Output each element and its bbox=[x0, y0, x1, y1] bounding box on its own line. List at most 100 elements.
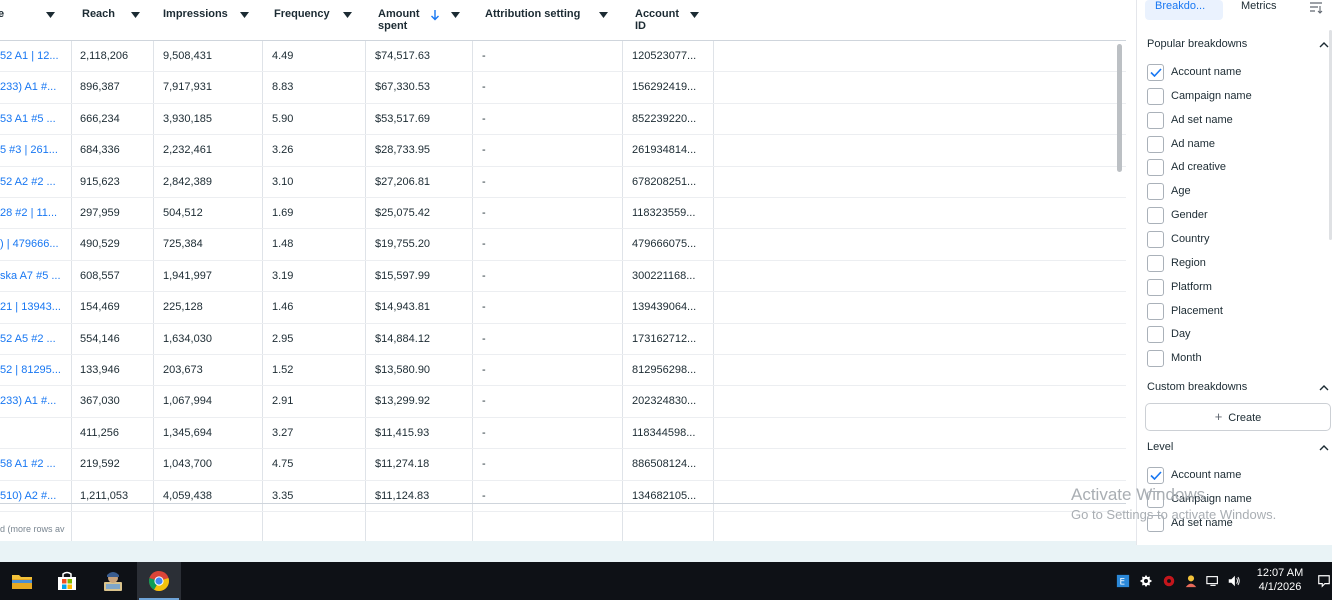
breakdown-option[interactable]: Placement bbox=[1147, 302, 1327, 320]
checkbox[interactable] bbox=[1147, 515, 1164, 533]
column-header-frequency[interactable]: Frequency bbox=[263, 0, 365, 40]
table-cell-attribution: - bbox=[482, 395, 486, 408]
checkbox[interactable] bbox=[1147, 207, 1164, 225]
column-settings-icon[interactable] bbox=[1309, 0, 1323, 14]
security-tray-icon[interactable] bbox=[1161, 573, 1177, 589]
table-row[interactable]: 233) A1 #... 367,030 1,067,994 2.91 $13,299.… bbox=[0, 386, 1126, 418]
table-row[interactable]: 53 A1 #5 ... 666,234 3,930,185 5.90 $53,517.… bbox=[0, 104, 1126, 136]
column-header-name[interactable]: e bbox=[0, 0, 71, 40]
volume-tray-icon[interactable] bbox=[1226, 573, 1242, 589]
column-header-reach[interactable]: Reach bbox=[72, 0, 153, 40]
checkbox[interactable] bbox=[1147, 183, 1164, 201]
table-row[interactable]: 52 A5 #2 ... 554,146 1,634,030 2.95 $14,884.… bbox=[0, 324, 1126, 355]
table-cell-name[interactable]: 52 A1 | 12... bbox=[0, 41, 71, 72]
tab-metrics[interactable]: Metrics bbox=[1241, 0, 1276, 22]
table-row[interactable]: 28 #2 | 11... 297,959 504,512 1.69 $25,075.4… bbox=[0, 198, 1126, 230]
checkbox[interactable] bbox=[1147, 111, 1164, 129]
language-tray-icon[interactable]: E bbox=[1115, 573, 1131, 589]
breakdown-option[interactable]: Ad set name bbox=[1147, 514, 1327, 533]
popular-breakdowns-header[interactable]: Popular breakdowns bbox=[1147, 38, 1329, 54]
notifications-tray-icon[interactable] bbox=[1316, 573, 1332, 589]
checkbox-checked[interactable] bbox=[1147, 467, 1164, 484]
sort-descending-arrow-icon[interactable] bbox=[430, 9, 440, 21]
user-app-taskbar-button[interactable] bbox=[91, 562, 135, 600]
vertical-scrollbar-thumb[interactable] bbox=[1117, 44, 1122, 172]
breakdown-option[interactable]: Account name bbox=[1147, 466, 1327, 484]
table-cell-name[interactable]: ) | 479666... bbox=[0, 229, 71, 260]
column-menu-dropdown-icon[interactable] bbox=[686, 6, 703, 23]
breakdown-option[interactable]: Ad name bbox=[1147, 135, 1327, 153]
column-menu-dropdown-icon[interactable] bbox=[447, 6, 464, 23]
create-breakdown-button[interactable]: + Create bbox=[1145, 403, 1331, 431]
column-header-impressions[interactable]: Impressions bbox=[154, 0, 262, 40]
people-tray-icon[interactable] bbox=[1183, 573, 1199, 589]
breakdown-option-label: Platform bbox=[1171, 280, 1212, 293]
checkbox[interactable] bbox=[1147, 326, 1164, 344]
breakdown-option[interactable]: Country bbox=[1147, 230, 1327, 248]
taskbar-clock[interactable]: 12:07 AM 4/1/2026 bbox=[1246, 566, 1314, 594]
breakdown-option[interactable]: Day bbox=[1147, 325, 1327, 344]
table-cell-name[interactable]: 53 A1 #5 ... bbox=[0, 104, 71, 135]
level-header[interactable]: Level bbox=[1147, 441, 1329, 457]
table-row[interactable]: ) | 479666... 490,529 725,384 1.48 $19,755.2… bbox=[0, 229, 1126, 261]
table-cell-name[interactable]: 21 | 13943... bbox=[0, 292, 71, 323]
breakdown-option[interactable]: Campaign name bbox=[1147, 490, 1327, 509]
breakdown-option[interactable]: Account name bbox=[1147, 63, 1327, 81]
table-cell-name[interactable]: 52 | 81295... bbox=[0, 355, 71, 386]
column-menu-dropdown-icon[interactable] bbox=[339, 6, 356, 23]
breakdown-option[interactable]: Platform bbox=[1147, 278, 1327, 296]
column-menu-dropdown-icon[interactable] bbox=[236, 6, 253, 23]
microsoft-store-taskbar-button[interactable] bbox=[45, 562, 89, 600]
file-explorer-taskbar-button[interactable] bbox=[0, 562, 44, 600]
custom-breakdowns-header[interactable]: Custom breakdowns bbox=[1147, 381, 1329, 397]
table-row[interactable]: 21 | 13943... 154,469 225,128 1.46 $14,943.8… bbox=[0, 292, 1126, 324]
table-cell-name[interactable]: 233) A1 #... bbox=[0, 72, 71, 103]
checkbox[interactable] bbox=[1147, 278, 1164, 296]
breakdown-option[interactable]: Age bbox=[1147, 182, 1327, 201]
checkbox[interactable] bbox=[1147, 254, 1164, 272]
table-row[interactable]: 5 #3 | 261... 684,336 2,232,461 3.26 $28,733… bbox=[0, 135, 1126, 167]
table-cell-name[interactable]: ska A7 #5 ... bbox=[0, 261, 71, 292]
table-cell-name[interactable]: 52 A2 #2 ... bbox=[0, 167, 71, 198]
settings-tray-icon[interactable] bbox=[1138, 573, 1154, 589]
checkbox[interactable] bbox=[1147, 302, 1164, 320]
chrome-taskbar-button[interactable] bbox=[137, 562, 181, 600]
table-cell-name[interactable]: 28 #2 | 11... bbox=[0, 198, 71, 229]
table-cell-name[interactable] bbox=[0, 418, 71, 449]
checkbox[interactable] bbox=[1147, 350, 1164, 368]
column-menu-dropdown-icon[interactable] bbox=[595, 6, 612, 23]
table-row[interactable]: 52 A1 | 12... 2,118,206 9,508,431 4.49 $74,5… bbox=[0, 41, 1126, 73]
table-row[interactable]: 58 A1 #2 ... 219,592 1,043,700 4.75 $11,274.… bbox=[0, 449, 1126, 481]
checkbox[interactable] bbox=[1147, 491, 1164, 509]
table-cell-name[interactable]: 233) A1 #... bbox=[0, 386, 71, 417]
chevron-up-icon[interactable] bbox=[1319, 383, 1329, 391]
table-row[interactable]: ska A7 #5 ... 608,557 1,941,997 3.19 $15,597… bbox=[0, 261, 1126, 293]
table-cell-name[interactable]: 52 A5 #2 ... bbox=[0, 324, 71, 355]
table-cell-name[interactable]: 58 A1 #2 ... bbox=[0, 449, 71, 480]
table-row[interactable]: 233) A1 #... 896,387 7,917,931 8.83 $67,330.… bbox=[0, 72, 1126, 104]
breakdown-option[interactable]: Campaign name bbox=[1147, 87, 1327, 105]
checkbox[interactable] bbox=[1147, 135, 1164, 153]
table-cell-name[interactable]: 5 #3 | 261... bbox=[0, 135, 71, 166]
table-row[interactable]: 411,256 1,345,694 3.27 $11,415.93 - 118344598… bbox=[0, 418, 1126, 450]
breakdown-option[interactable]: Ad creative bbox=[1147, 158, 1327, 177]
table-row[interactable]: 52 | 81295... 133,946 203,673 1.52 $13,580.9… bbox=[0, 355, 1126, 387]
checkbox[interactable] bbox=[1147, 230, 1164, 248]
checkbox[interactable] bbox=[1147, 87, 1164, 105]
breakdown-option[interactable]: Gender bbox=[1147, 206, 1327, 225]
tab-breakdowns[interactable]: Breakdo... bbox=[1145, 0, 1223, 20]
column-menu-dropdown-icon[interactable] bbox=[127, 6, 144, 23]
chevron-up-icon[interactable] bbox=[1319, 443, 1329, 451]
table-row[interactable]: 52 A2 #2 ... 915,623 2,842,389 3.10 $27,206.… bbox=[0, 167, 1126, 198]
breakdown-option[interactable]: Month bbox=[1147, 349, 1327, 368]
breakdown-option[interactable]: Region bbox=[1147, 254, 1327, 272]
column-header-attribution-setting[interactable]: Attribution setting bbox=[473, 0, 622, 40]
checkbox-checked[interactable] bbox=[1147, 64, 1164, 81]
column-header-account-id[interactable]: Account ID bbox=[623, 0, 713, 40]
breakdown-option[interactable]: Ad set name bbox=[1147, 111, 1327, 129]
checkbox[interactable] bbox=[1147, 159, 1164, 177]
network-tray-icon[interactable] bbox=[1205, 573, 1221, 589]
chevron-up-icon[interactable] bbox=[1319, 40, 1329, 48]
column-menu-dropdown-icon[interactable] bbox=[42, 6, 59, 23]
column-header-amount-spent[interactable]: Amount spent bbox=[366, 0, 472, 40]
